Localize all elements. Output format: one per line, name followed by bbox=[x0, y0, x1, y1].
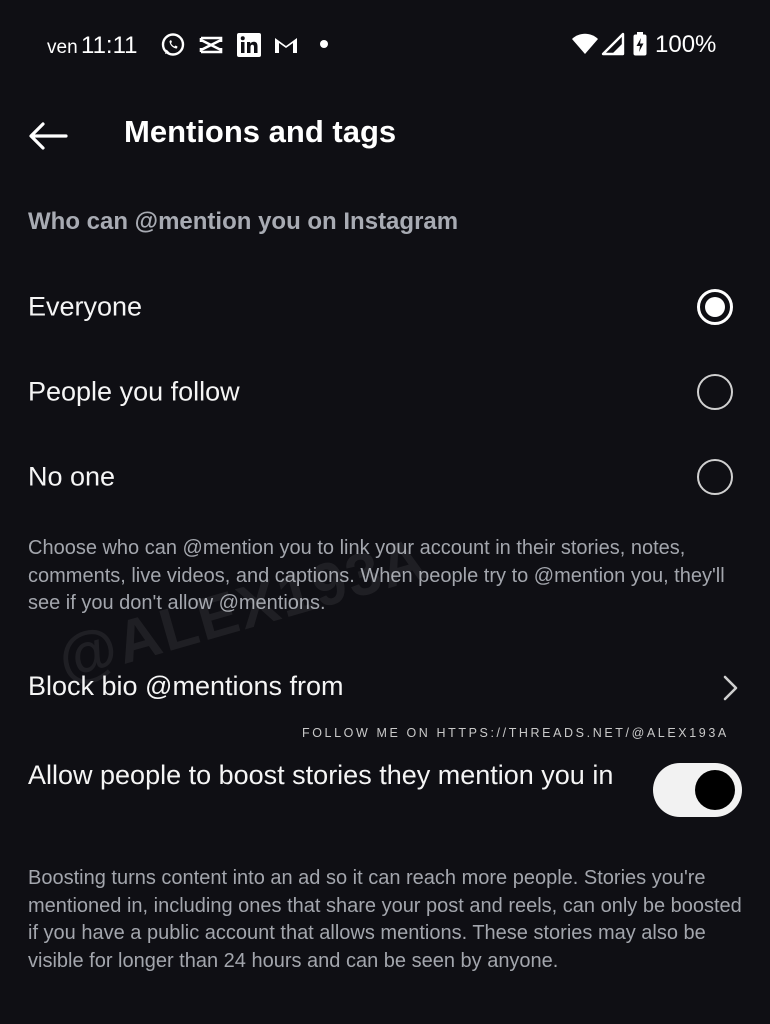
block-bio-mentions-label: Block bio @mentions from bbox=[28, 671, 344, 701]
mentions-and-tags-screen: ven 11:11 100% Mentions and tags Who can… bbox=[0, 0, 770, 1024]
option-label: Everyone bbox=[28, 291, 143, 322]
option-no-one[interactable]: No one bbox=[0, 441, 770, 513]
status-day: ven bbox=[47, 37, 78, 58]
option-label: No one bbox=[28, 461, 116, 492]
boost-description: Boosting turns content into an ad so it … bbox=[28, 867, 742, 972]
battery-percentage: 100% bbox=[655, 31, 717, 58]
more-notifications-dot-icon bbox=[320, 40, 328, 48]
radio-button-selected[interactable] bbox=[697, 289, 733, 325]
radio-button[interactable] bbox=[697, 374, 733, 410]
option-people-you-follow[interactable]: People you follow bbox=[0, 356, 770, 428]
battery-charging-icon bbox=[633, 32, 647, 56]
capcut-icon bbox=[199, 36, 223, 54]
status-bar: ven 11:11 100% bbox=[0, 0, 770, 88]
chevron-right-icon bbox=[723, 675, 738, 701]
gmail-icon bbox=[275, 38, 297, 53]
toggle-knob bbox=[695, 770, 735, 810]
wifi-icon bbox=[572, 33, 598, 54]
whatsapp-icon bbox=[161, 33, 185, 56]
boost-stories-toggle[interactable] bbox=[653, 763, 742, 817]
option-label: People you follow bbox=[28, 376, 240, 407]
block-bio-mentions-row[interactable]: Block bio @mentions from bbox=[0, 655, 770, 721]
radio-button[interactable] bbox=[697, 459, 733, 495]
watermark-follow-text: FOLLOW ME ON HTTPS://THREADS.NET/@ALEX19… bbox=[302, 726, 729, 740]
back-button[interactable] bbox=[22, 110, 74, 162]
page-title: Mentions and tags bbox=[124, 114, 397, 149]
boost-stories-label: Allow people to boost stories they menti… bbox=[28, 760, 614, 790]
cell-signal-icon bbox=[601, 32, 625, 56]
mentions-section-header: Who can @mention you on Instagram bbox=[28, 208, 459, 235]
mentions-description: Choose who can @mention you to link your… bbox=[28, 537, 725, 614]
option-everyone[interactable]: Everyone bbox=[0, 271, 770, 343]
boost-stories-row: Allow people to boost stories they menti… bbox=[0, 752, 770, 832]
status-time: 11:11 bbox=[81, 32, 138, 59]
linkedin-icon bbox=[237, 33, 261, 57]
back-arrow-icon bbox=[29, 122, 68, 150]
